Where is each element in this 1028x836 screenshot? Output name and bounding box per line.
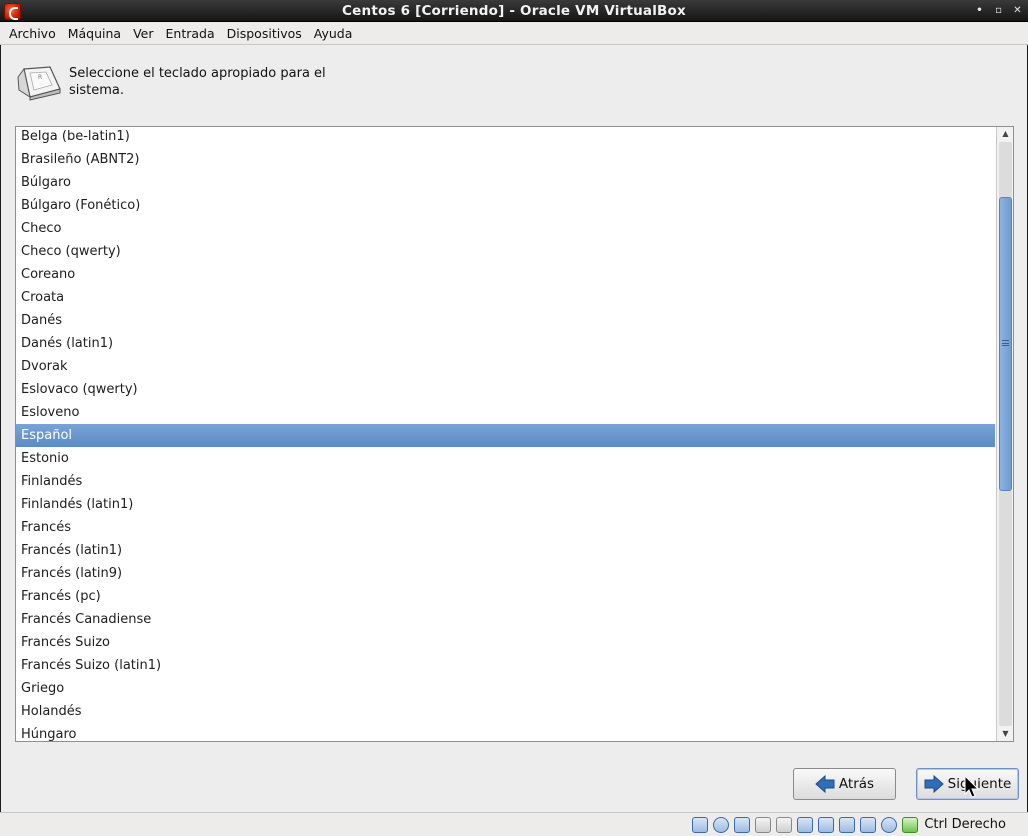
keyboard-list-items: Belga (be-latin1) Brasileño (ABNT2) Búlgar…: [16, 127, 995, 741]
list-item[interactable]: Esloveno: [16, 401, 995, 424]
scroll-up-icon[interactable]: ▲: [998, 127, 1013, 141]
menu-dispositivos[interactable]: Dispositivos: [221, 22, 308, 45]
optical-drive-icon[interactable]: [713, 816, 730, 833]
arrow-down-icon[interactable]: [902, 816, 919, 833]
arrow-right-icon: [924, 775, 944, 793]
host-key-label: Ctrl Derecho: [924, 817, 1006, 832]
scroll-down-icon[interactable]: ▼: [998, 727, 1013, 741]
list-item[interactable]: Finlandés (latin1): [16, 493, 995, 516]
list-item[interactable]: Estonio: [16, 447, 995, 470]
arrow-left-icon: [815, 775, 835, 793]
keyboard-prompt: Seleccione el teclado apropiado para el …: [69, 66, 326, 98]
status-bar: Ctrl Derecho: [0, 812, 1028, 836]
list-item[interactable]: Dvorak: [16, 355, 995, 378]
menu-ayuda[interactable]: Ayuda: [308, 22, 359, 45]
list-item[interactable]: Holandés: [16, 700, 995, 723]
hard-disk-icon[interactable]: [692, 816, 709, 833]
status-icons: [692, 816, 919, 833]
title-bar: Centos 6 [Corriendo] - Oracle VM Virtual…: [0, 0, 1028, 22]
list-scrollbar[interactable]: ▲ ▼: [996, 127, 1013, 741]
list-item[interactable]: Francés Canadiense: [16, 608, 995, 631]
shared-folder-icon[interactable]: [776, 816, 793, 833]
minimize-icon[interactable]: •: [973, 4, 986, 18]
grip-icon: [1002, 340, 1009, 346]
virtualization-icon[interactable]: [881, 816, 898, 833]
guest-screen: R Seleccione el teclado apropiado para e…: [1, 45, 1027, 812]
list-item[interactable]: Griego: [16, 677, 995, 700]
close-icon[interactable]: ✕: [1011, 4, 1024, 18]
list-item[interactable]: Brasileño (ABNT2): [16, 148, 995, 171]
mouse-integration-icon[interactable]: [860, 816, 877, 833]
back-button[interactable]: Atrás: [793, 768, 896, 800]
video-capture-icon[interactable]: [818, 816, 835, 833]
window-controls: • ▫ ✕: [973, 0, 1024, 22]
keyboard-key-icon: R: [16, 63, 62, 101]
list-item[interactable]: Húngaro: [16, 723, 995, 741]
menu-bar: Archivo Máquina Ver Entrada Dispositivos…: [0, 22, 1028, 45]
list-item[interactable]: Belga (be-latin1): [16, 127, 995, 148]
list-item[interactable]: Francés: [16, 516, 995, 539]
virtualbox-app-icon[interactable]: [4, 3, 21, 20]
list-item[interactable]: Francés (latin1): [16, 539, 995, 562]
list-item[interactable]: Francés (latin9): [16, 562, 995, 585]
list-item[interactable]: Croata: [16, 286, 995, 309]
mouse-cursor-icon: [964, 775, 980, 798]
menu-maquina[interactable]: Máquina: [62, 22, 127, 45]
list-item[interactable]: Coreano: [16, 263, 995, 286]
menu-ver[interactable]: Ver: [127, 22, 159, 45]
network-icon[interactable]: [734, 816, 751, 833]
menu-archivo[interactable]: Archivo: [3, 22, 62, 45]
list-item[interactable]: Francés Suizo (latin1): [16, 654, 995, 677]
display-icon[interactable]: [797, 816, 814, 833]
screen-icon[interactable]: [839, 816, 856, 833]
list-item[interactable]: Francés Suizo: [16, 631, 995, 654]
maximize-icon[interactable]: ▫: [992, 4, 1005, 18]
list-item[interactable]: Búlgaro (Fonético): [16, 194, 995, 217]
svg-text:R: R: [38, 74, 42, 81]
back-button-label: Atrás: [838, 776, 875, 792]
list-item[interactable]: Finlandés: [16, 470, 995, 493]
window-title: Centos 6 [Corriendo] - Oracle VM Virtual…: [342, 2, 686, 19]
keyboard-list[interactable]: Belga (be-latin1) Brasileño (ABNT2) Búlgar…: [15, 126, 1014, 742]
list-item[interactable]: Checo: [16, 217, 995, 240]
menu-entrada[interactable]: Entrada: [160, 22, 221, 45]
list-item[interactable]: Danés (latin1): [16, 332, 995, 355]
scroll-thumb[interactable]: [999, 197, 1012, 491]
list-item-selected[interactable]: Español: [16, 424, 995, 447]
list-item[interactable]: Checo (qwerty): [16, 240, 995, 263]
usb-icon[interactable]: [755, 816, 772, 833]
list-item[interactable]: Eslovaco (qwerty): [16, 378, 995, 401]
list-item[interactable]: Búlgaro: [16, 171, 995, 194]
installer-header: R Seleccione el teclado apropiado para e…: [16, 63, 329, 101]
list-item[interactable]: Francés (pc): [16, 585, 995, 608]
list-item[interactable]: Danés: [16, 309, 995, 332]
